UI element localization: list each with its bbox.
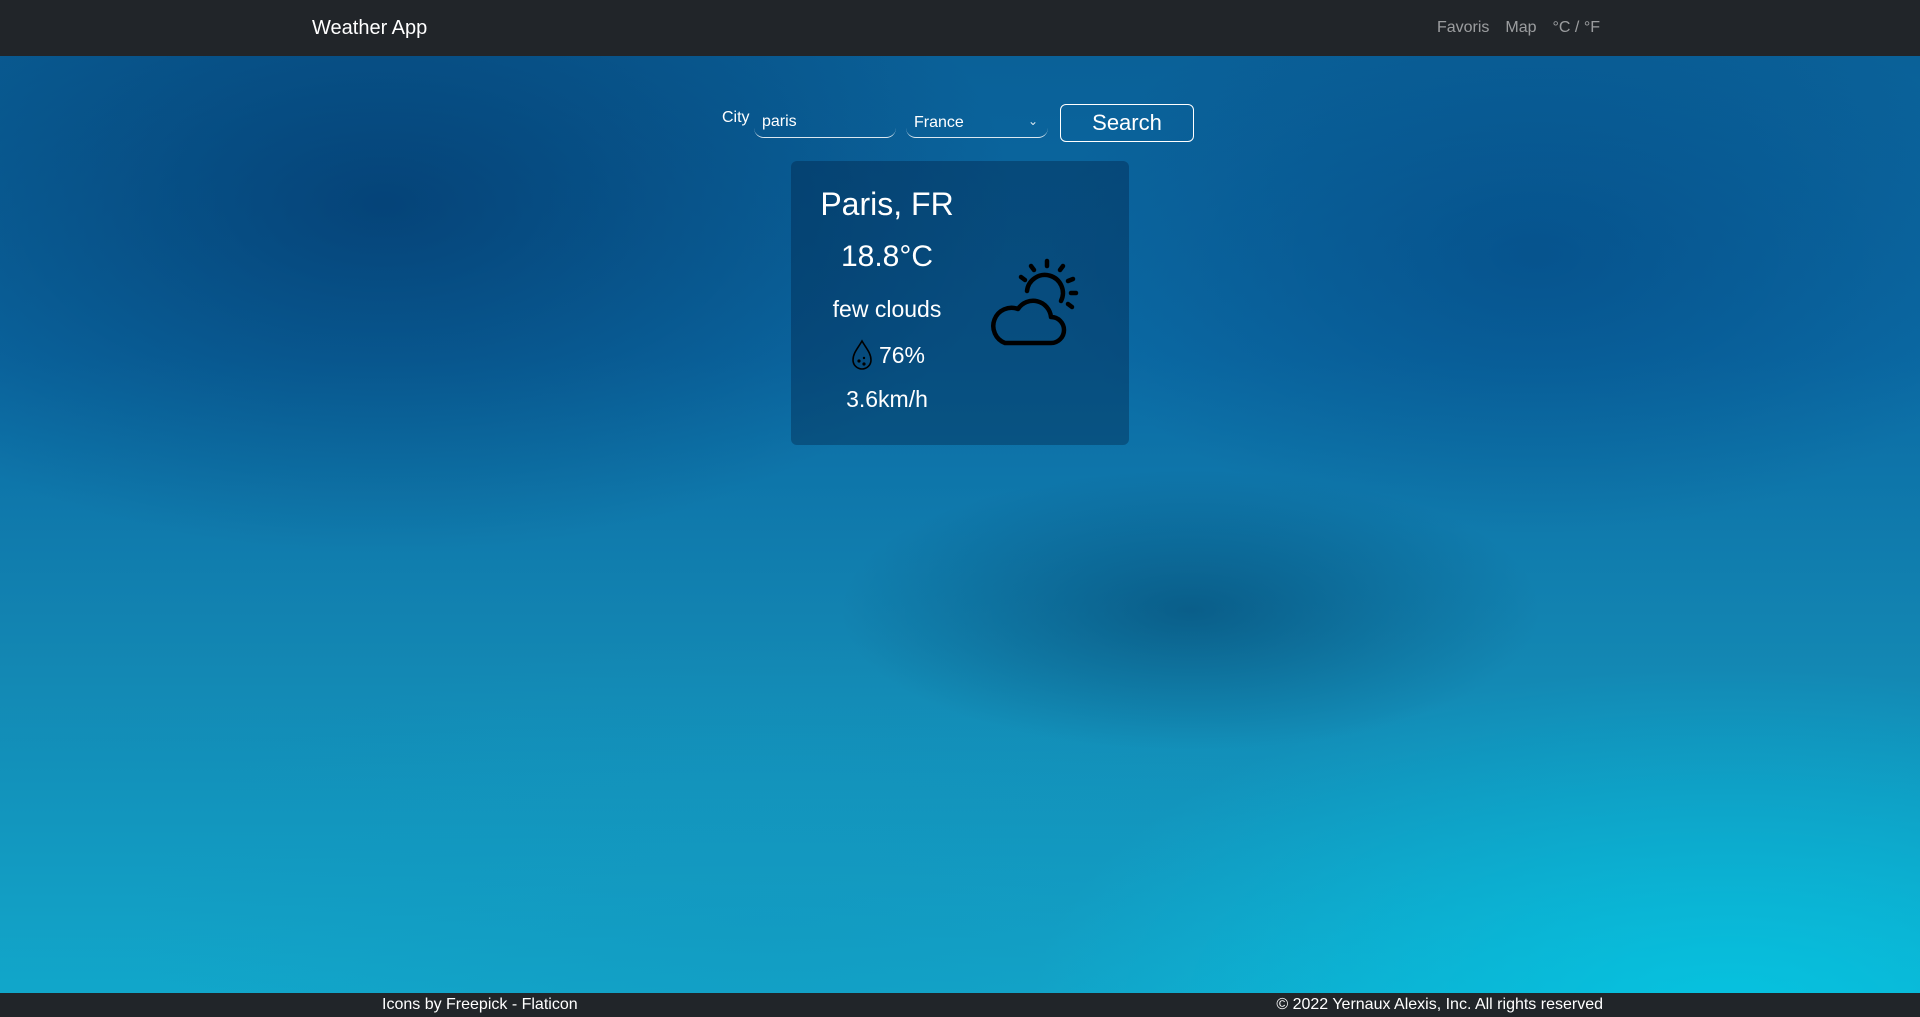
nav-link-map[interactable]: Map	[1505, 18, 1536, 38]
footer: Icons by Freepick - Flaticon © 2022 Yern…	[0, 993, 1920, 1017]
app-brand[interactable]: Weather App	[312, 16, 427, 40]
nav-link-unit-toggle[interactable]: °C / °F	[1553, 18, 1600, 38]
weather-card: Paris, FR 18.8°C few clouds 76% 3.6km/h	[791, 161, 1129, 445]
city-label: City	[722, 109, 750, 126]
weather-description: few clouds	[832, 296, 942, 322]
humidity-value: 76%	[878, 342, 926, 368]
search-button[interactable]: Search	[1060, 104, 1194, 142]
humidity-row: 76%	[791, 339, 983, 371]
country-select-value: France	[914, 114, 964, 131]
country-select[interactable]: France ⌄	[906, 106, 1048, 138]
chevron-down-icon: ⌄	[1027, 114, 1038, 128]
temperature: 18.8°C	[840, 240, 934, 273]
partly-cloudy-icon	[991, 258, 1079, 346]
search-form: City France ⌄ Search	[722, 104, 1194, 144]
wind-speed: 3.6km/h	[846, 386, 928, 412]
nav-links: Favoris Map °C / °F	[1437, 18, 1600, 38]
footer-credit[interactable]: Icons by Freepick - Flaticon	[382, 996, 578, 1014]
navbar: Weather App Favoris Map °C / °F	[0, 0, 1920, 56]
footer-copyright: © 2022 Yernaux Alexis, Inc. All rights r…	[1276, 996, 1603, 1013]
nav-link-favoris[interactable]: Favoris	[1437, 18, 1489, 38]
city-input[interactable]	[754, 106, 896, 138]
water-drop-icon	[852, 339, 872, 370]
city-name: Paris, FR	[820, 186, 954, 222]
